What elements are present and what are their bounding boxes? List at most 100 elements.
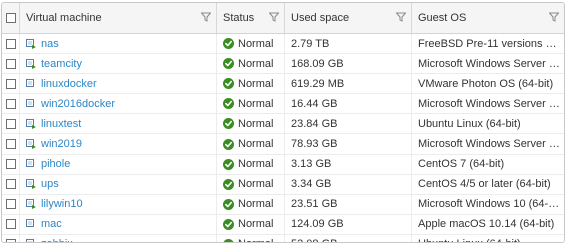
table-body: nas Normal 2.79 TB FreeBSD Pre-11 versio… [2,34,564,242]
status-text: Normal [238,238,273,242]
used-space-cell: 23.51 GB [285,194,412,214]
filter-icon[interactable] [269,12,279,22]
column-header-guest-os[interactable]: Guest OS [412,3,564,33]
guest-os-cell: Ubuntu Linux (64-bit) [412,235,564,242]
vm-name-link[interactable]: zabbix [41,238,73,242]
used-space-value: 23.84 GB [291,117,338,130]
table-header: Virtual machine Status Used space Guest … [2,3,564,34]
row-checkbox[interactable] [6,118,16,129]
status-cell: Normal [217,94,285,114]
guest-os-value: Microsoft Windows Server 2016 (64-bit) [418,57,564,70]
table-row[interactable]: linuxtest Normal 23.84 GB Ubuntu Linux (… [2,114,564,135]
vm-powered-on-icon [26,239,34,242]
vm-name-link[interactable]: nas [41,38,59,50]
vm-name-link[interactable]: win2019 [41,138,82,150]
vm-powered-on-icon [26,38,36,49]
used-space-value: 23.51 GB [291,198,338,211]
vm-name-link[interactable]: mac [41,218,62,230]
vm-name-link[interactable]: win2016docker [41,98,115,110]
vm-name-cell: lilywin10 [20,194,217,214]
vm-name-link[interactable]: teamcity [41,58,82,70]
row-checkbox[interactable] [6,98,16,109]
guest-os-value: CentOS 7 (64-bit) [418,158,505,171]
column-header-vm[interactable]: Virtual machine [20,3,217,33]
filter-icon[interactable] [201,12,211,22]
check-circle-icon [223,138,234,150]
vm-name-cell: teamcity [20,54,217,74]
row-checkbox[interactable] [6,38,16,49]
vm-name-link[interactable]: pihole [41,158,70,170]
guest-os-value: FreeBSD Pre-11 versions (64-bit) [418,37,564,50]
guest-os-cell: CentOS 4/5 or later (64-bit) [412,175,564,194]
table-row[interactable]: linuxdocker Normal 619.29 MB VMware Phot… [2,74,564,95]
row-checkbox[interactable] [6,159,16,170]
column-header-guest-os-label: Guest OS [418,12,467,24]
vm-powered-off-icon [26,159,34,168]
guest-os-value: Microsoft Windows 10 (64-bit) [418,198,564,211]
column-header-used-space[interactable]: Used space [285,3,412,33]
guest-os-cell: Ubuntu Linux (64-bit) [412,114,564,133]
row-checkbox[interactable] [6,58,16,69]
filter-icon[interactable] [396,12,406,22]
used-space-cell: 3.34 GB [285,174,412,194]
row-checkbox[interactable] [6,219,16,230]
status-text: Normal [238,158,274,171]
row-checkbox[interactable] [6,239,16,242]
vm-name-cell: win2019 [20,134,217,154]
check-circle-icon [223,198,234,210]
status-cell: Normal [217,214,285,234]
status-text: Normal [238,138,274,151]
check-circle-icon [223,98,234,110]
used-space-value: 52.08 GB [291,238,337,242]
table-row[interactable]: nas Normal 2.79 TB FreeBSD Pre-11 versio… [2,34,564,55]
vm-name-cell: pihole [20,154,217,174]
table-row[interactable]: mac Normal 124.09 GB Apple macOS 10.14 (… [2,214,564,235]
guest-os-cell: VMware Photon OS (64-bit) [412,74,564,93]
vm-name-link[interactable]: ups [41,178,59,190]
guest-os-cell: Apple macOS 10.14 (64-bit) [412,215,564,234]
guest-os-value: Ubuntu Linux (64-bit) [418,238,525,242]
used-space-cell: 124.09 GB [285,214,412,234]
table-row[interactable]: ups Normal 3.34 GB CentOS 4/5 or later (… [2,174,564,195]
guest-os-value: Microsoft Windows Server 2016 (64-bit) [418,97,564,110]
vm-name-cell: zabbix [20,234,217,242]
used-space-cell: 3.13 GB [285,154,412,174]
check-circle-icon [223,118,234,130]
status-cell: Normal [217,194,285,214]
used-space-cell: 168.09 GB [285,54,412,74]
used-space-value: 168.09 GB [291,57,344,70]
used-space-cell: 16.44 GB [285,94,412,114]
select-all-checkbox[interactable] [6,13,16,23]
vm-name-link[interactable]: linuxtest [41,118,81,130]
vm-table: Virtual machine Status Used space Guest … [1,2,565,243]
used-space-value: 124.09 GB [291,218,344,231]
column-header-status[interactable]: Status [217,3,285,33]
used-space-value: 3.34 GB [291,178,332,191]
table-row[interactable]: lilywin10 Normal 23.51 GB Microsoft Wind… [2,194,564,215]
vm-name-cell: nas [20,34,217,54]
table-row[interactable]: pihole Normal 3.13 GB CentOS 7 (64-bit) [2,154,564,175]
row-checkbox[interactable] [6,199,16,210]
status-cell: Normal [217,234,285,242]
table-row[interactable]: win2016docker Normal 16.44 GB Microsoft … [2,94,564,115]
filter-icon[interactable] [549,12,559,22]
guest-os-cell: CentOS 7 (64-bit) [412,155,564,174]
vm-name-link[interactable]: linuxdocker [41,78,97,90]
status-cell: Normal [217,54,285,74]
vm-powered-on-icon [26,199,36,210]
vm-name-cell: win2016docker [20,94,217,114]
row-checkbox[interactable] [6,78,16,89]
check-circle-icon [223,238,234,242]
guest-os-value: Apple macOS 10.14 (64-bit) [418,218,555,231]
row-checkbox[interactable] [6,139,16,150]
check-circle-icon [223,78,234,90]
used-space-value: 619.29 MB [291,77,345,90]
table-row[interactable]: teamcity Normal 168.09 GB Microsoft Wind… [2,54,564,75]
vm-name-cell: ups [20,174,217,194]
table-row[interactable]: zabbix Normal 52.08 GB Ubuntu Linux (64-… [2,234,564,242]
table-row[interactable]: win2019 Normal 78.93 GB Microsoft Window… [2,134,564,155]
guest-os-cell: Microsoft Windows Server 2016 (64-bit) [412,134,564,153]
vm-name-link[interactable]: lilywin10 [41,198,83,210]
guest-os-cell: Microsoft Windows 10 (64-bit) [412,195,564,214]
row-checkbox[interactable] [6,179,16,190]
